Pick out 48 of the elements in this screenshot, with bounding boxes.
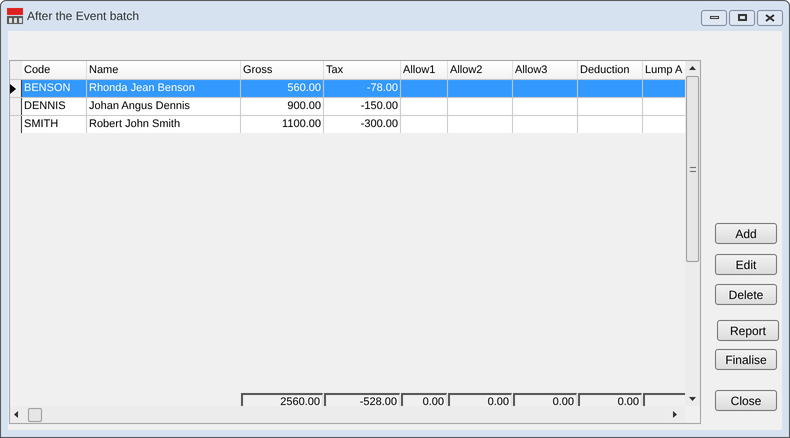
close-window-button[interactable] [757,10,783,26]
total-field: 0.00 [578,393,642,406]
action-button[interactable]: Close [715,390,777,411]
column-header[interactable]: Code [22,61,87,79]
scroll-up-icon[interactable] [689,66,696,70]
window-title: After the Event batch [27,8,140,25]
action-button[interactable]: Edit [715,254,777,275]
table-cell: -78.00 [324,80,401,97]
table-cell: SMITH [22,116,87,133]
action-button[interactable]: Report [717,320,779,341]
total-field: 0.00 [448,393,512,406]
column-header[interactable]: Allow1 [401,61,448,79]
scroll-thumb[interactable] [686,76,699,262]
table-cell: Rhonda Jean Benson [87,80,241,97]
total-field: 2560.00 [241,393,323,406]
scroll-left-icon[interactable] [14,411,18,418]
horizontal-scrollbar[interactable] [10,406,685,423]
table-cell: Robert John Smith [87,116,241,133]
column-header[interactable]: Name [87,61,241,79]
scroll-right-icon[interactable] [673,411,677,418]
total-field: -528.00 [324,393,400,406]
table-cell: 560.00 [241,80,324,97]
table-cell: 900.00 [241,98,324,115]
app-logo-icon [7,8,23,24]
table-cell: -150.00 [324,98,401,115]
action-button[interactable]: Add [715,223,777,244]
table-cell: 1100.00 [241,116,324,133]
maximize-button[interactable] [729,10,755,26]
scroll-down-icon[interactable] [689,397,696,401]
table-cell: BENSON [22,80,87,97]
close-icon[interactable] [765,14,775,22]
column-header[interactable]: Deduction [578,61,643,79]
scroll-thumb[interactable] [28,408,42,422]
table-cell: Johan Angus Dennis [87,98,241,115]
column-header[interactable]: Gross [241,61,324,79]
total-field [643,393,685,406]
table-cell: -300.00 [324,116,401,133]
row-header[interactable] [10,80,22,97]
action-button[interactable]: Finalise [715,349,777,370]
column-header[interactable]: Allow2 [448,61,513,79]
column-header[interactable]: Allow3 [513,61,578,79]
action-button[interactable]: Delete [715,284,777,305]
vertical-scrollbar[interactable] [685,61,700,406]
total-field: 0.00 [401,393,447,406]
column-header[interactable]: Tax [324,61,401,79]
minimize-button[interactable] [701,10,727,26]
table-cell: DENNIS [22,98,87,115]
total-field: 0.00 [513,393,577,406]
